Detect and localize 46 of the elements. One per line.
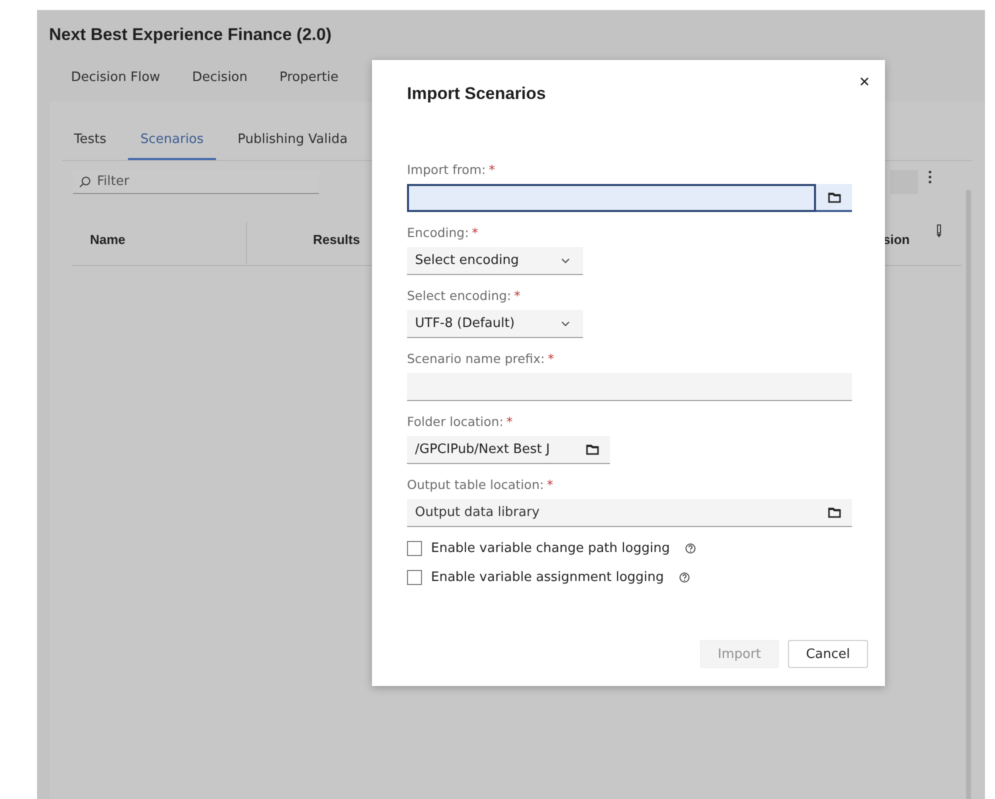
- required-mark: *: [514, 288, 520, 305]
- folder-icon: [828, 507, 840, 518]
- search-icon: [79, 176, 91, 188]
- dialog-title: Import Scenarios: [407, 84, 547, 104]
- column-header: Results: [313, 232, 360, 247]
- path-field[interactable]: Output data library: [407, 499, 852, 527]
- required-mark: *: [546, 477, 554, 494]
- column-header: Name: [90, 232, 126, 247]
- tab[interactable]: Decision Flow: [71, 66, 160, 88]
- help-icon: [678, 572, 690, 583]
- required-mark: *: [548, 351, 554, 368]
- checkbox-label: Enable variable change path logging: [431, 541, 670, 556]
- folder-icon: [586, 444, 598, 455]
- field-label: Import from:: [407, 162, 486, 179]
- path-field[interactable]: [407, 184, 816, 212]
- tab[interactable]: Scenarios: [128, 132, 216, 160]
- required-mark: *: [472, 225, 478, 242]
- required-mark: *: [506, 414, 513, 431]
- folder-icon: [828, 192, 840, 202]
- column-header: sion: [883, 232, 910, 247]
- tab[interactable]: Decision: [192, 66, 248, 88]
- dialog-button[interactable]: Cancel: [788, 640, 868, 668]
- field-label: Encoding:: [407, 225, 469, 242]
- tab[interactable]: Publishing Valida: [226, 132, 360, 160]
- checkbox[interactable]: [407, 541, 422, 556]
- tab[interactable]: Tests: [62, 132, 118, 160]
- chevron-down-icon: [561, 320, 570, 326]
- required-mark: *: [488, 162, 496, 179]
- field-label: Select encoding:: [407, 288, 512, 305]
- encoding-dropdown[interactable]: UTF-8 (Default): [407, 310, 583, 338]
- path-field[interactable]: /GPCIPub/Next Best J: [407, 436, 610, 464]
- chevron-down-icon: [561, 258, 570, 264]
- text-field[interactable]: [407, 373, 852, 401]
- page-title: Next Best Experience Finance (2.0): [48, 24, 333, 45]
- browse-button[interactable]: [816, 184, 852, 212]
- more-options-icon[interactable]: [928, 170, 932, 184]
- column-options-icon[interactable]: [936, 224, 942, 238]
- field-label: Folder location:: [407, 414, 504, 431]
- field-label: Scenario name prefix:: [407, 351, 545, 368]
- field-label: Output table location:: [407, 477, 544, 494]
- encoding-dropdown[interactable]: Select encoding: [407, 247, 583, 275]
- checkbox-label: Enable variable assignment logging: [431, 570, 664, 585]
- checkbox[interactable]: [407, 570, 422, 585]
- tab[interactable]: Propertie: [280, 66, 338, 88]
- close-icon: [860, 77, 869, 86]
- help-icon: [684, 543, 696, 554]
